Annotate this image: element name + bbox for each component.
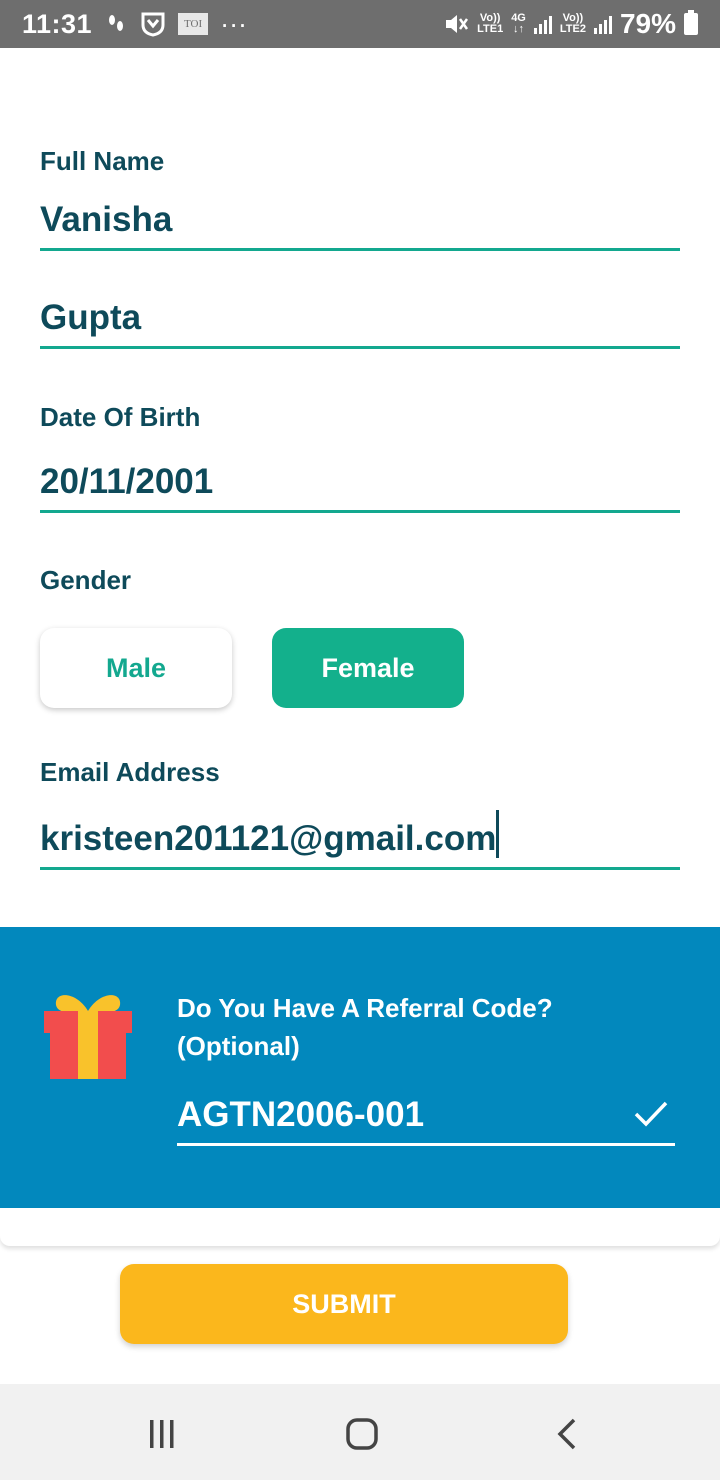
battery-percent: 79% <box>619 8 676 39</box>
last-name-input[interactable]: Gupta <box>40 298 680 349</box>
signal-2-icon <box>593 14 612 34</box>
referral-code-value: AGTN2006-001 <box>177 1095 425 1134</box>
text-cursor <box>496 810 500 858</box>
sim2-volte-label: Vo)) LTE2 <box>560 13 586 35</box>
network-4g-label: 4G ↓↑ <box>511 13 526 35</box>
home-icon <box>346 1418 378 1450</box>
system-nav-bar <box>0 1384 720 1480</box>
status-bar: 11:31 TOI ··· Vo)) LTE1 4G ↓↑ Vo)) LTE2 … <box>0 0 720 48</box>
status-time: 11:31 <box>22 8 93 39</box>
battery-icon <box>684 10 698 35</box>
email-label: Email Address <box>40 757 220 787</box>
sim2-volte-bottom: LTE2 <box>559 23 586 35</box>
dob-label: Date Of Birth <box>40 402 201 432</box>
referral-code-input[interactable]: AGTN2006-001 <box>177 1095 675 1146</box>
sim1-volte-label: Vo)) LTE1 <box>477 13 503 35</box>
submit-button[interactable]: SUBMIT <box>120 1264 568 1344</box>
gender-female-button[interactable]: Female <box>272 628 464 708</box>
home-button[interactable] <box>340 1414 384 1454</box>
mute-icon <box>443 12 469 36</box>
network-arrows: ↓↑ <box>513 23 525 35</box>
referral-title: Do You Have A Referral Code? (Optional) <box>177 989 677 1065</box>
referral-title-line2: (Optional) <box>177 1031 300 1061</box>
gift-icon <box>44 995 132 1079</box>
full-name-label: Full Name <box>40 146 165 176</box>
referral-title-line1: Do You Have A Referral Code? <box>177 993 553 1023</box>
email-value: kristeen201121@gmail.com <box>40 819 497 858</box>
dob-input[interactable]: 20/11/2001 <box>40 462 680 513</box>
more-dots-icon: ··· <box>220 8 248 39</box>
email-input[interactable]: kristeen201121@gmail.com <box>40 810 680 870</box>
back-button[interactable] <box>544 1414 588 1454</box>
recent-apps-icon <box>150 1420 174 1448</box>
footsteps-icon <box>104 12 128 36</box>
sim1-volte-bottom: LTE1 <box>477 23 504 35</box>
card-bottom-edge <box>0 1208 720 1246</box>
gender-label: Gender <box>40 565 132 595</box>
toi-app-icon: TOI <box>178 13 209 35</box>
check-icon <box>634 1101 668 1127</box>
referral-section: Do You Have A Referral Code? (Optional) … <box>0 927 720 1208</box>
shield-m-icon <box>140 11 166 37</box>
signal-1-icon <box>533 14 552 34</box>
back-icon <box>557 1418 576 1450</box>
recent-apps-button[interactable] <box>140 1414 184 1454</box>
gender-male-button[interactable]: Male <box>40 628 232 708</box>
first-name-input[interactable]: Vanisha <box>40 200 680 251</box>
